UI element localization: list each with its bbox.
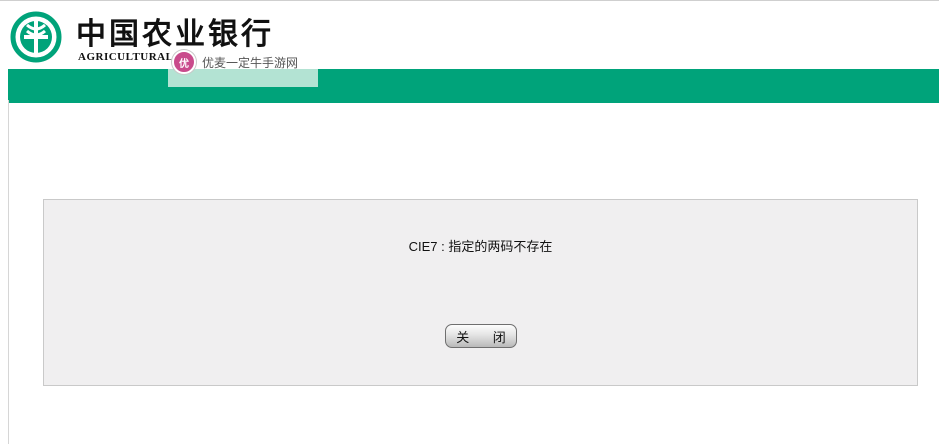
page: 中国农业银行 AGRICULTURAL 优 优麦一定牛手游网 CIE7 : 指定… (0, 0, 939, 444)
error-message: CIE7 : 指定的两码不存在 (408, 239, 553, 254)
header-green-bar (8, 69, 939, 103)
bank-name-chinese: 中国农业银行 (76, 17, 274, 52)
header: 中国农业银行 AGRICULTURAL (0, 1, 939, 69)
error-dialog: CIE7 : 指定的两码不存在 关 闭 (43, 199, 918, 386)
abc-bank-logo-icon (10, 11, 62, 63)
watermark-text: 优麦一定牛手游网 (202, 55, 299, 70)
watermark-logo-icon: 优 (172, 50, 196, 74)
bank-name-english: AGRICULTURAL (78, 51, 174, 63)
watermark: 优 优麦一定牛手游网 (172, 50, 298, 74)
close-button[interactable]: 关 闭 (445, 324, 517, 348)
left-divider (8, 100, 9, 444)
